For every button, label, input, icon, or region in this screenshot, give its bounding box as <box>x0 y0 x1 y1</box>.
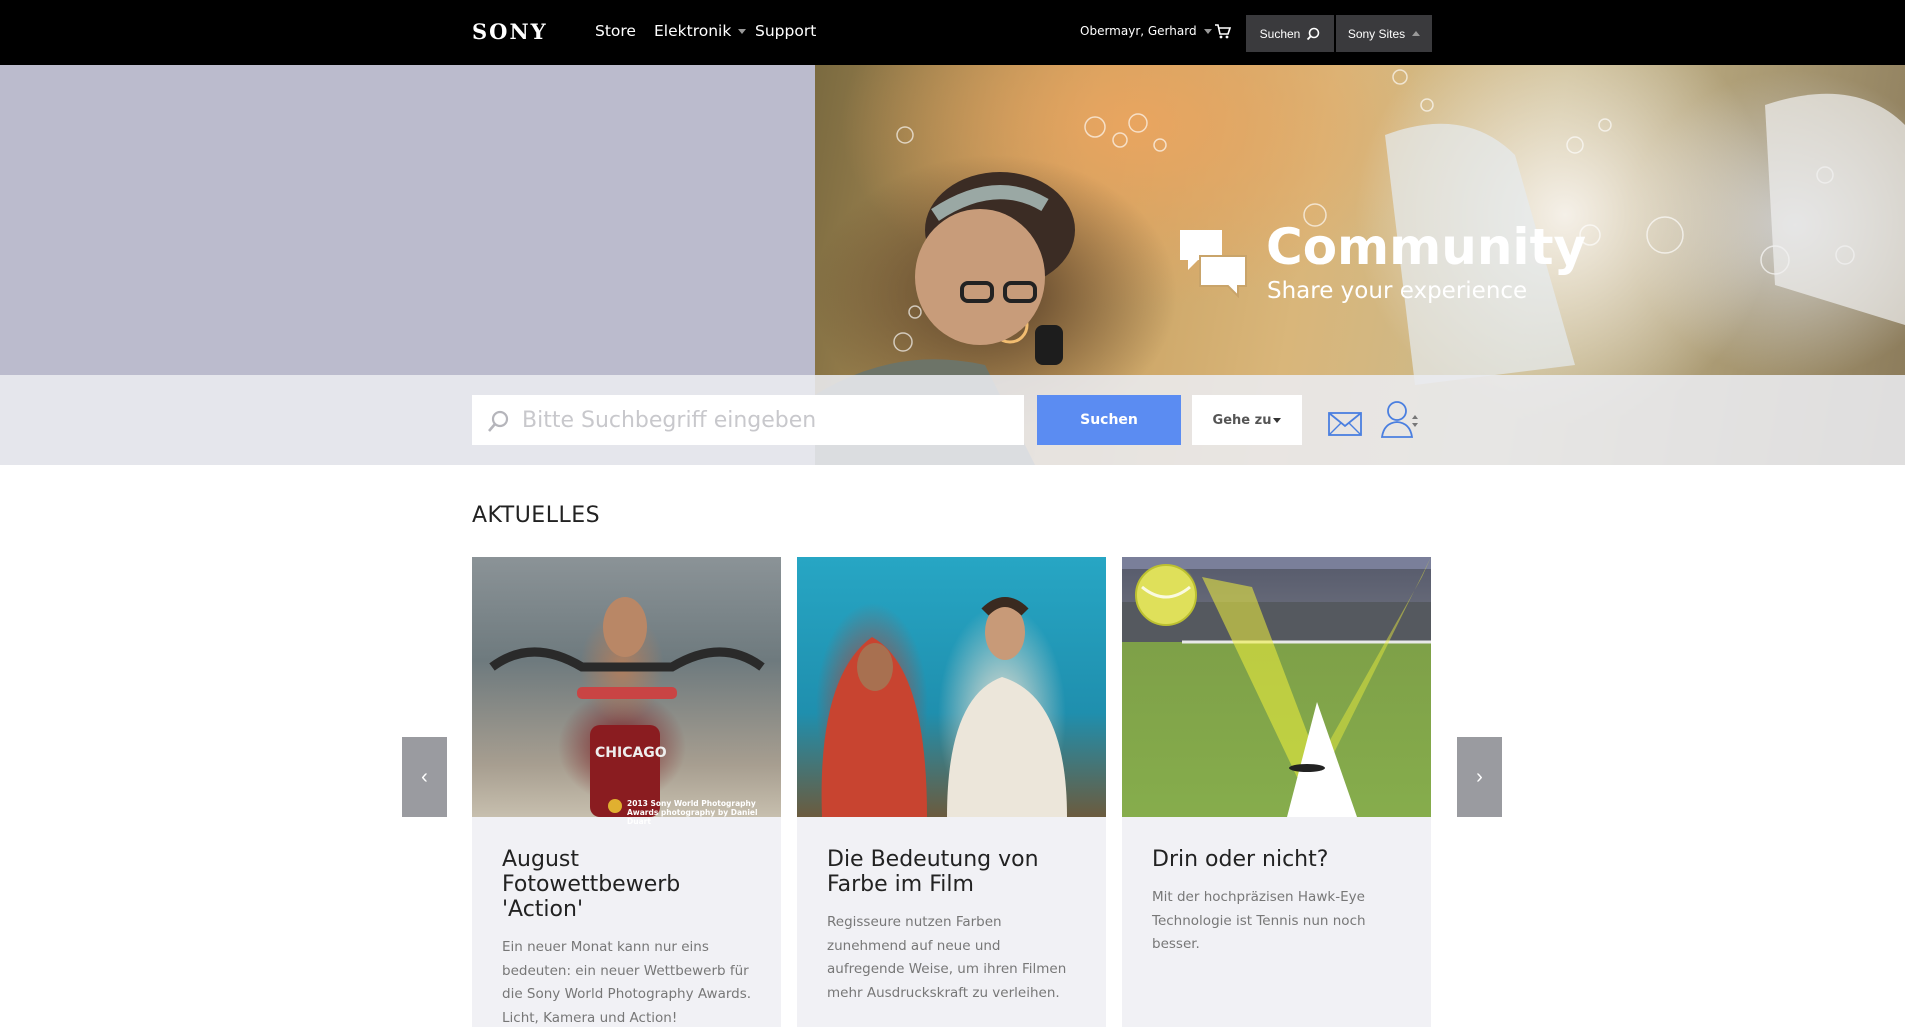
nav-elektronik[interactable]: Elektronik <box>654 22 747 40</box>
nav-store[interactable]: Store <box>595 22 636 40</box>
sony-sites-button[interactable]: Sony Sites <box>1336 15 1432 52</box>
news-card-title[interactable]: Drin oder nicht? <box>1152 847 1412 872</box>
news-card-farbe-im-film[interactable]: Die Bedeutung von Farbe im Film Regisseu… <box>797 557 1106 1027</box>
top-navigation-inner: SONY Store Elektronik Support Obermayr, … <box>472 0 1432 65</box>
news-card-image[interactable] <box>797 557 1106 817</box>
film-scene-illustration <box>821 597 1067 817</box>
news-card-drin-oder-nicht[interactable]: Drin oder nicht? Mit der hochpräzisen Ha… <box>1122 557 1431 1027</box>
news-card-title[interactable]: August Fotowettbewerb 'Action' <box>502 847 762 922</box>
news-card-title[interactable]: Die Bedeutung von Farbe im Film <box>827 847 1087 897</box>
community-banner[interactable]: Community Share your experience <box>1178 218 1598 313</box>
svg-text:CHICAGO: CHICAGO <box>595 745 667 761</box>
sony-sites-label: Sony Sites <box>1347 26 1406 41</box>
nav-support[interactable]: Support <box>755 22 816 40</box>
cart-icon[interactable] <box>1214 22 1232 40</box>
user-name: Obermayr, Gerhard <box>1080 24 1197 38</box>
user-profile-icon[interactable] <box>1380 399 1420 439</box>
tennis-hawkeye-illustration <box>1122 557 1431 817</box>
kite-surfer-illustration: CHICAGO <box>489 597 765 817</box>
community-title: Community <box>1266 218 1587 276</box>
top-search-label: Suchen <box>1259 26 1301 41</box>
section-title-aktuelles: AKTUELLES <box>472 503 601 528</box>
nav-elektronik-label: Elektronik <box>654 22 732 40</box>
search-icon <box>488 410 509 432</box>
news-card-text: Ein neuer Monat kann nur eins bedeuten: … <box>502 939 752 1026</box>
news-card-text: Regisseure nutzen Farben zunehmend auf n… <box>827 914 1067 1001</box>
sony-logo[interactable]: SONY <box>472 19 548 44</box>
news-card-text: Mit der hochpräzisen Hawk-Eye Technologi… <box>1152 889 1366 952</box>
carousel-prev-button[interactable]: ‹ <box>402 737 447 817</box>
news-card-image[interactable]: CHICAGO 2013 Sony World Photography Awar… <box>472 557 781 826</box>
news-card-image[interactable] <box>1122 557 1431 817</box>
goto-label: Gehe zu <box>1212 412 1272 428</box>
chevron-down-icon <box>738 29 747 34</box>
chevron-down-icon <box>1203 29 1212 34</box>
top-navigation-bar: SONY Store Elektronik Support Obermayr, … <box>0 0 1905 65</box>
top-search-button[interactable]: Suchen <box>1246 15 1334 52</box>
mail-icon[interactable] <box>1328 412 1362 436</box>
hero-left-panel <box>0 65 815 375</box>
search-input[interactable] <box>472 395 1024 445</box>
carousel-next-button[interactable]: › <box>1457 737 1502 817</box>
chevron-up-icon <box>1412 31 1421 36</box>
news-card-fotowettbewerb[interactable]: CHICAGO 2013 Sony World Photography Awar… <box>472 557 781 1027</box>
chat-bubbles-icon <box>1180 230 1247 298</box>
photo-credit-badge: 2013 Sony World Photography Awards photo… <box>627 799 758 826</box>
chevron-down-icon <box>1273 417 1282 423</box>
user-menu[interactable]: Obermayr, Gerhard <box>1080 24 1212 38</box>
search-button[interactable]: Suchen <box>1037 395 1181 445</box>
search-icon <box>1307 27 1320 40</box>
community-subtitle: Share your experience <box>1267 278 1528 304</box>
goto-dropdown[interactable]: Gehe zu <box>1192 395 1302 445</box>
